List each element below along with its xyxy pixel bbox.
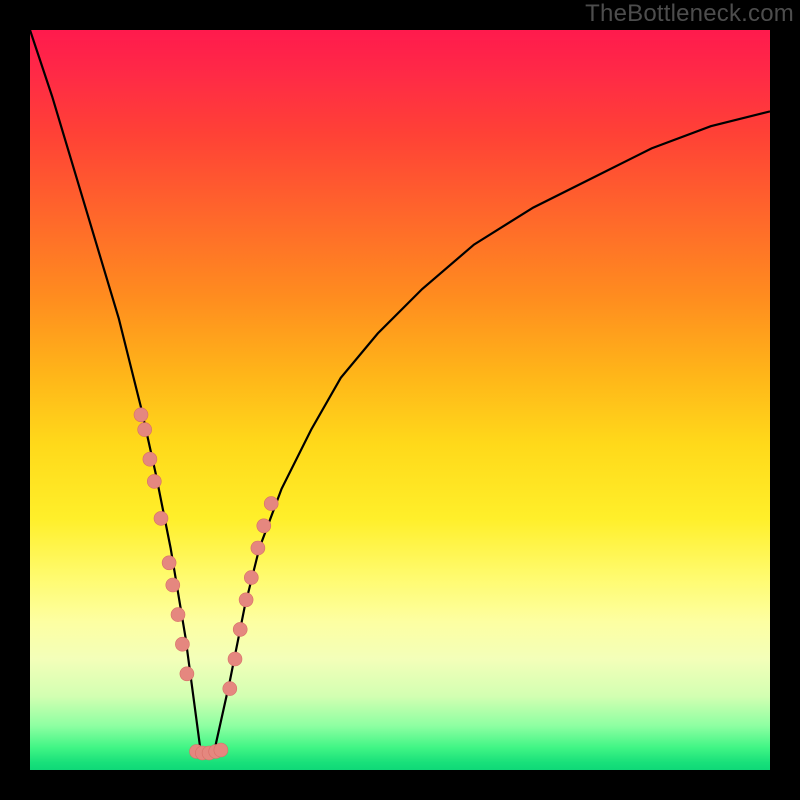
data-dot bbox=[171, 608, 185, 622]
data-dot bbox=[134, 408, 148, 422]
data-dot bbox=[223, 682, 237, 696]
data-dot bbox=[166, 578, 180, 592]
data-dot bbox=[239, 593, 253, 607]
bottleneck-curve bbox=[30, 30, 770, 748]
data-dot bbox=[251, 541, 265, 555]
data-dot bbox=[214, 743, 228, 757]
data-dot bbox=[228, 652, 242, 666]
watermark-text: TheBottleneck.com bbox=[585, 0, 794, 28]
curve-group bbox=[30, 30, 770, 748]
data-dot bbox=[180, 667, 194, 681]
data-dot bbox=[162, 556, 176, 570]
data-dot bbox=[138, 423, 152, 437]
data-dot bbox=[147, 474, 161, 488]
data-dot bbox=[244, 571, 258, 585]
data-dot bbox=[264, 497, 278, 511]
plot-area bbox=[30, 30, 770, 770]
outer-frame: TheBottleneck.com bbox=[0, 0, 800, 800]
data-dot bbox=[154, 511, 168, 525]
data-dot bbox=[233, 622, 247, 636]
dots-group bbox=[134, 408, 278, 760]
data-dot bbox=[175, 637, 189, 651]
data-dot bbox=[143, 452, 157, 466]
data-dot bbox=[257, 519, 271, 533]
curve-overlay-svg bbox=[30, 30, 770, 770]
